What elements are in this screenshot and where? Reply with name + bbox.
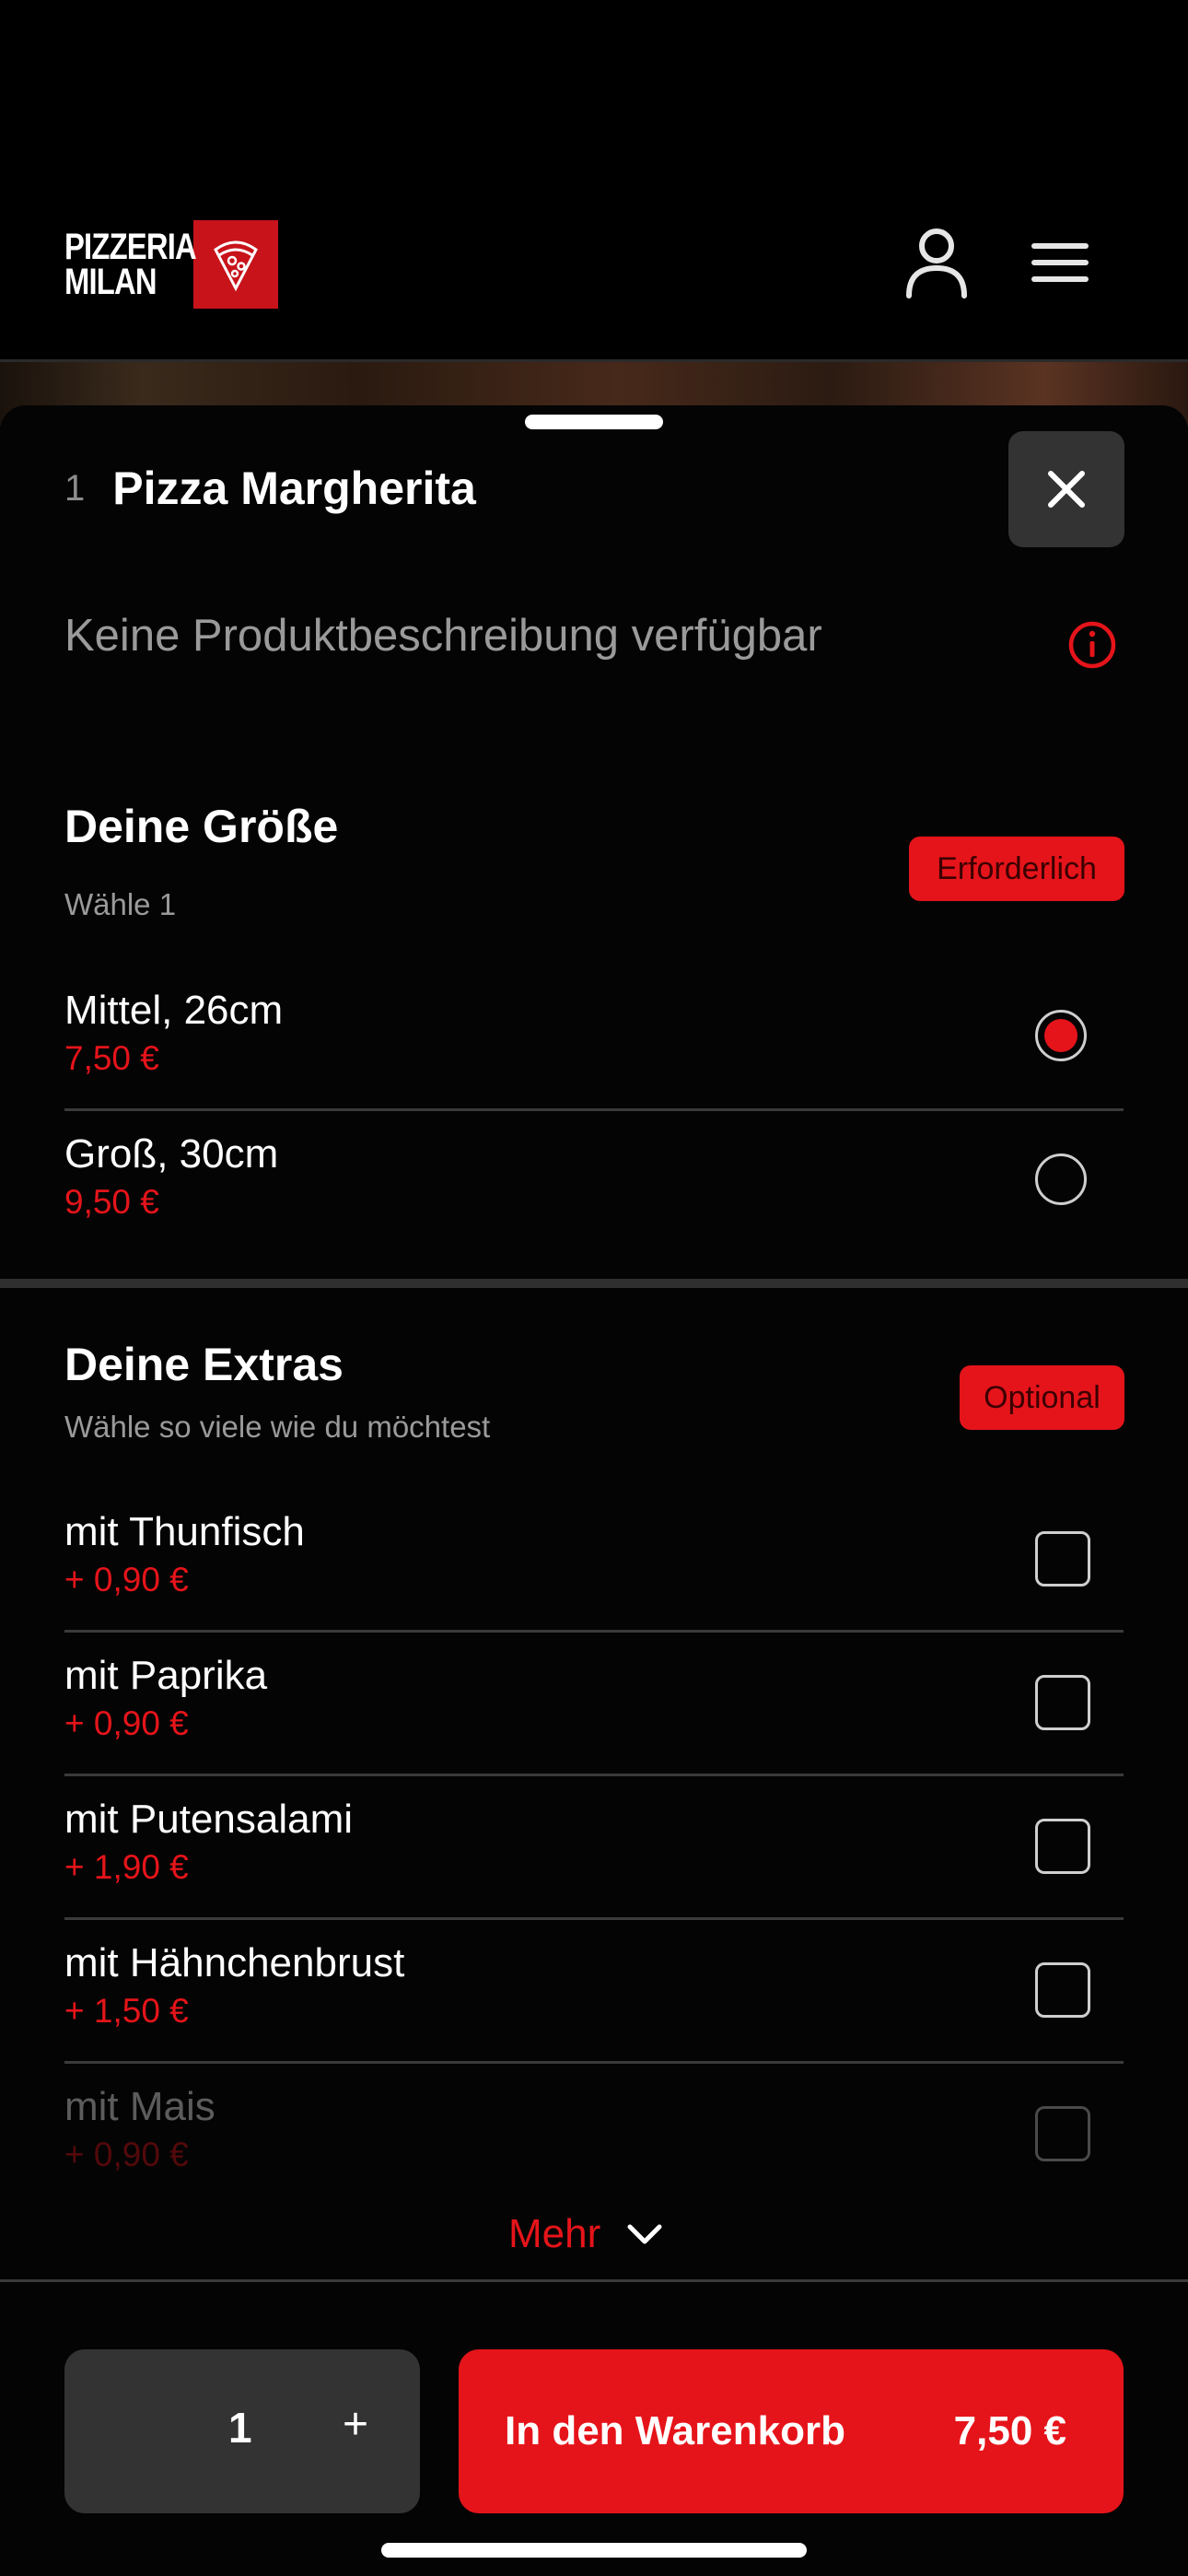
checkbox[interactable] [1035,2106,1090,2161]
logo-line-1: PIZZERIA [64,227,197,267]
checkbox[interactable] [1035,1962,1090,2018]
extra-option-putensalami[interactable]: mit Putensalami + 1,90 € [64,1776,1124,1920]
product-title-row: 1 Pizza Margherita [64,461,476,516]
sheet-drag-handle[interactable] [525,415,663,429]
extra-option-haehnchenbrust[interactable]: mit Hähnchenbrust + 1,50 € [64,1920,1124,2064]
option-name: mit Thunfisch [64,1509,305,1554]
option-price: 9,50 € [64,1183,159,1221]
size-section-subtitle: Wähle 1 [64,887,177,921]
close-button[interactable] [1008,431,1124,547]
show-more-button[interactable]: Mehr [508,2211,663,2257]
extra-option-paprika[interactable]: mit Paprika + 0,90 € [64,1633,1124,1776]
pizza-slice-icon [193,220,278,309]
close-icon [1048,471,1085,508]
extras-section-title: Deine Extras [64,1339,344,1390]
user-icon[interactable] [904,226,969,299]
required-badge: Erforderlich [909,837,1124,901]
home-indicator [381,2543,807,2558]
option-price: + 1,50 € [64,1992,189,2030]
size-option-large[interactable]: Groß, 30cm 9,50 € [64,1111,1124,1255]
quantity-prefix: 1 [64,467,86,509]
chevron-down-icon [627,2224,662,2244]
option-price: + 0,90 € [64,2136,189,2173]
quantity-stepper: 1 + [64,2349,420,2513]
cart-total: 7,50 € [953,2408,1066,2453]
extra-option-mais[interactable]: mit Mais + 0,90 € [64,2064,1124,2207]
info-icon[interactable] [1066,619,1118,671]
logo-text: PIZZERIA MILAN [64,227,197,302]
section-separator [0,1279,1188,1288]
option-price: 7,50 € [64,1039,159,1077]
product-sheet: 1 Pizza Margherita Keine Produktbeschrei… [0,405,1188,2576]
logo-line-2: MILAN [64,262,157,302]
option-price: + 0,90 € [64,1561,189,1598]
size-section-title: Deine Größe [64,801,339,852]
logo[interactable]: PIZZERIA MILAN [64,218,278,310]
extras-section-subtitle: Wähle so viele wie du möchtest [64,1410,491,1444]
option-name: mit Mais [64,2084,215,2129]
radio-selected[interactable] [1035,1010,1087,1061]
checkbox[interactable] [1035,1819,1090,1874]
checkbox[interactable] [1035,1531,1090,1587]
show-more-label: Mehr [508,2211,601,2256]
product-description: Keine Produktbeschreibung verfügbar [64,611,822,661]
app-header: PIZZERIA MILAN [0,0,1188,362]
size-option-medium[interactable]: Mittel, 26cm 7,50 € [64,967,1124,1111]
option-name: Groß, 30cm [64,1131,279,1177]
option-price: + 1,90 € [64,1848,189,1886]
option-name: mit Putensalami [64,1797,354,1842]
extra-option-thunfisch[interactable]: mit Thunfisch + 0,90 € [64,1489,1124,1633]
increment-button[interactable]: + [343,2399,368,2450]
option-name: Mittel, 26cm [64,988,284,1033]
add-to-cart-button[interactable]: In den Warenkorb 7,50 € [459,2349,1124,2513]
radio-unselected[interactable] [1035,1153,1087,1205]
option-name: mit Paprika [64,1653,268,1698]
optional-badge: Optional [960,1365,1124,1430]
quantity-value: 1 [228,2404,252,2452]
option-price: + 0,90 € [64,1704,189,1742]
hamburger-menu-icon[interactable] [1030,241,1090,284]
add-to-cart-label: In den Warenkorb [505,2408,845,2453]
product-title: Pizza Margherita [112,463,476,514]
footer-divider [0,2279,1188,2282]
option-name: mit Hähnchenbrust [64,1940,405,1985]
checkbox[interactable] [1035,1675,1090,1730]
